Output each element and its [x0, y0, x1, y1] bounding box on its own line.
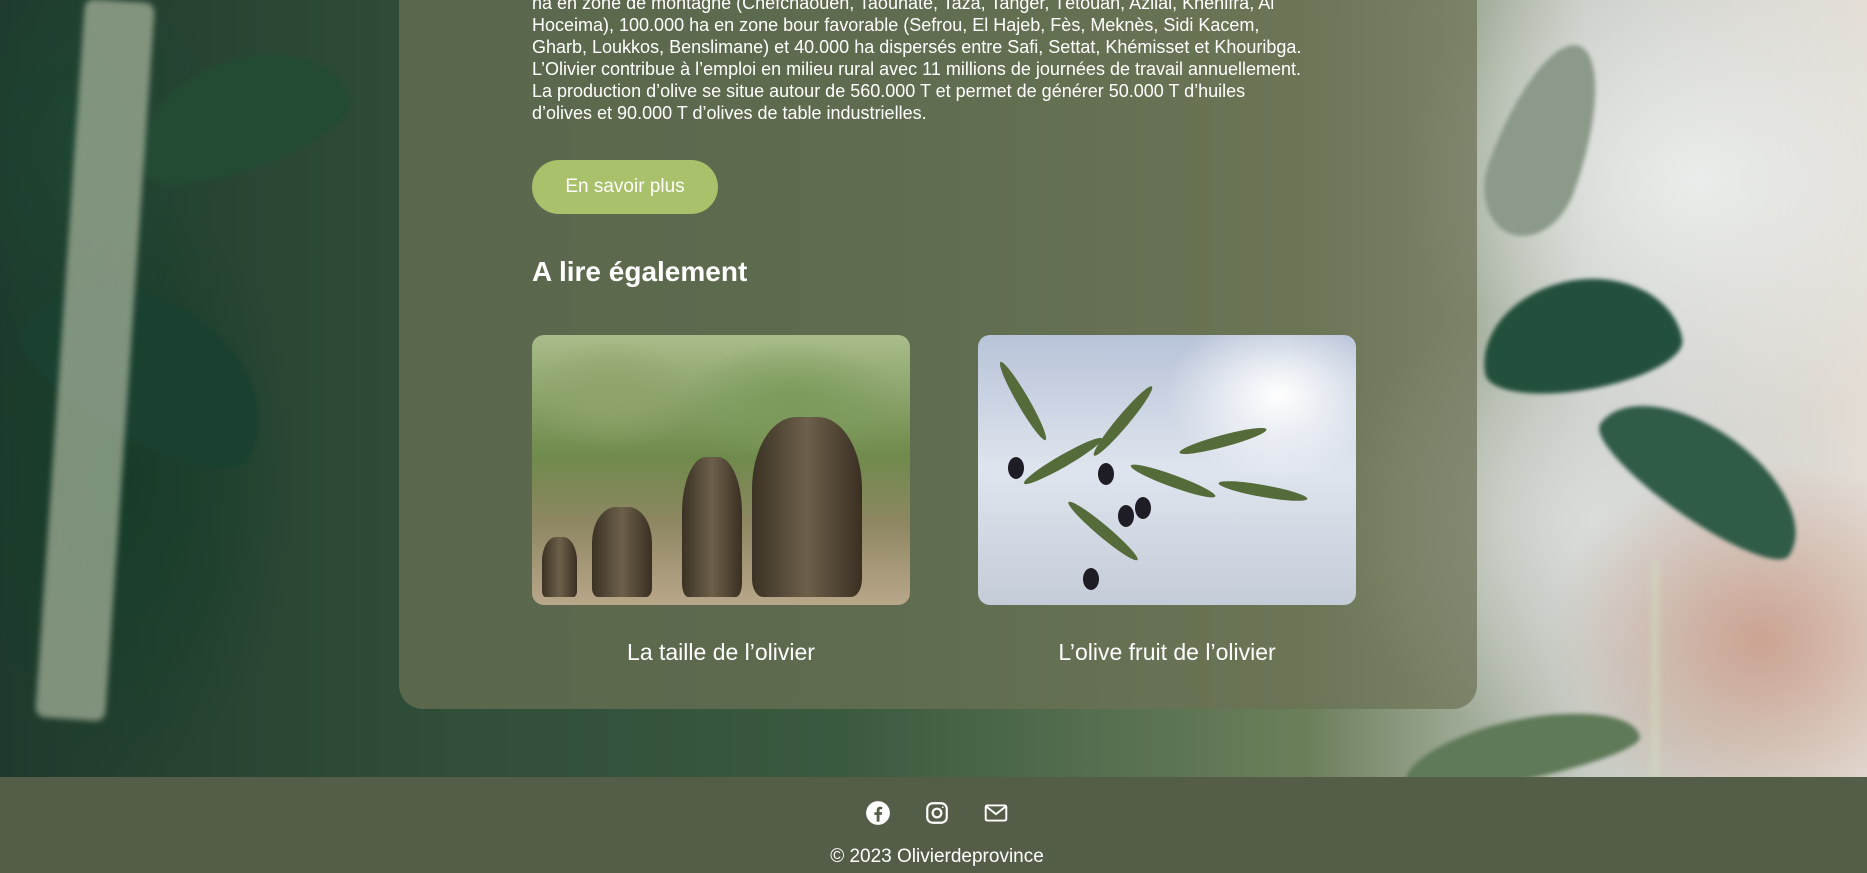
intro-line: ha en zone de montagne (Chefchaouen, Tao… [532, 0, 1275, 13]
olive-grove-image[interactable] [532, 335, 910, 605]
mail-icon[interactable] [983, 800, 1009, 826]
facebook-icon[interactable] [865, 800, 891, 826]
copyright-text: © 2023 Olivierdeprovince [830, 846, 1044, 867]
card-caption[interactable]: L’olive fruit de l’olivier [978, 639, 1356, 666]
intro-line: Hoceima), 100.000 ha en zone bour favora… [532, 15, 1260, 35]
related-card[interactable]: L’olive fruit de l’olivier [978, 335, 1356, 666]
related-section-title: A lire également [532, 256, 748, 287]
intro-text: ha en zone de montagne (Chefchaouen, Tao… [532, 0, 1352, 124]
intro-line: Gharb, Loukkos, Benslimane) et 40.000 ha… [532, 37, 1302, 57]
card-caption[interactable]: La taille de l’olivier [532, 639, 910, 666]
learn-more-button[interactable]: En savoir plus [532, 160, 718, 214]
intro-line: d’olives et 90.000 T d’olives de table i… [532, 103, 927, 123]
intro-line: L’Olivier contribue à l’emploi en milieu… [532, 59, 1302, 79]
instagram-icon[interactable] [924, 800, 950, 826]
olive-branch-image[interactable] [978, 335, 1356, 605]
related-card[interactable]: La taille de l’olivier [532, 335, 910, 666]
intro-line: La production d’olive se situe autour de… [532, 81, 1246, 101]
